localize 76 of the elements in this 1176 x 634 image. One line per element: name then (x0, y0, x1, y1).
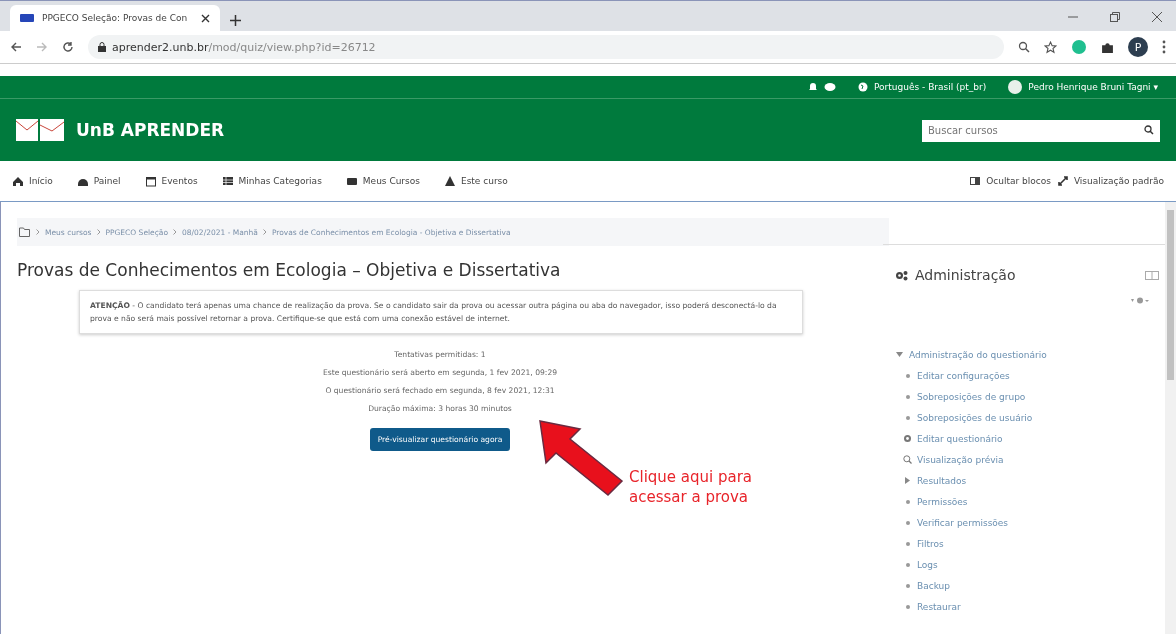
tree-item[interactable]: Resultados (917, 475, 967, 486)
tree-item[interactable]: Permissões (917, 496, 968, 507)
nav-link[interactable]: Minhas Categorias (221, 175, 322, 187)
bullet-icon (905, 373, 910, 378)
tree-item[interactable]: Administração do questionário (909, 349, 1047, 360)
close-icon[interactable] (201, 13, 210, 23)
chevron-icon (36, 229, 40, 235)
notification-icon[interactable] (808, 82, 818, 92)
browser-tab[interactable]: PPGECO Seleção: Provas de Con (10, 5, 220, 31)
nav-link[interactable]: Eventos (144, 175, 198, 187)
list-icon (221, 175, 234, 187)
bullet-icon (905, 520, 910, 525)
bullet-icon (905, 415, 910, 420)
collapsed-arrow-icon[interactable] (904, 477, 911, 484)
bullet-icon (905, 541, 910, 546)
nav-link[interactable]: Este curso (443, 175, 508, 187)
tree-item[interactable]: Sobreposições de grupo (917, 391, 1026, 402)
chat-icon[interactable] (824, 82, 836, 92)
page-title: Provas de Conhecimentos em Ecologia – Objetiva e Dissertativa (17, 260, 562, 280)
user-menu[interactable]: Pedro Henrique Bruni Tagni ▾ (1028, 82, 1158, 92)
globe-icon (858, 82, 868, 92)
scrollbar[interactable] (1165, 202, 1176, 634)
course-icon (443, 175, 456, 187)
calendar-icon (144, 175, 157, 187)
gear-icon (903, 434, 912, 443)
expand-icon (1056, 175, 1069, 187)
bullet-icon (905, 394, 910, 399)
bullet-icon (905, 604, 910, 609)
search-field[interactable]: Buscar cursos (922, 119, 1160, 142)
lock-icon (98, 42, 106, 52)
search-icon[interactable] (1144, 125, 1154, 135)
chevron-icon (96, 229, 101, 235)
favicon-icon (20, 14, 34, 22)
tree-item[interactable]: Logs (917, 559, 938, 570)
bullet-icon (905, 562, 910, 567)
search-icon (903, 455, 912, 464)
folder-icon (345, 175, 358, 187)
bullet-icon (905, 499, 910, 504)
address-bar[interactable]: aprender2.unb.br/mod/quiz/view.php?id=26712 (88, 35, 1004, 59)
nav-link[interactable]: Visualização padrão (1056, 175, 1164, 187)
site-name[interactable]: UnB APRENDER (76, 120, 225, 140)
tree-item[interactable]: Visualização prévia (917, 454, 1004, 465)
nav-link[interactable]: Início (12, 175, 53, 187)
tree-item[interactable]: Verificar permissões (917, 517, 1009, 528)
language-menu[interactable]: Português - Brasil (pt_br) (874, 82, 987, 92)
gears-icon (895, 269, 909, 281)
annotation-text: Clique aqui para acessar a prova (629, 467, 754, 507)
new-tab-icon[interactable] (230, 15, 241, 26)
menu-icon[interactable] (1162, 40, 1166, 54)
block-title: Administração (915, 267, 1016, 283)
tree-item[interactable]: Editar configurações (917, 370, 1010, 381)
home-icon (12, 175, 24, 187)
expanded-arrow-icon[interactable] (896, 351, 903, 358)
profile-avatar[interactable]: P (1128, 37, 1148, 57)
nav-link[interactable]: Painel (76, 175, 121, 187)
blocks-icon (969, 175, 982, 187)
reload-icon[interactable] (62, 41, 74, 53)
site-logo-icon (16, 119, 64, 141)
chevron-icon (262, 229, 267, 235)
back-icon[interactable] (10, 41, 22, 53)
tree-item[interactable]: Restaurar (917, 601, 961, 612)
star-icon[interactable] (1044, 40, 1057, 54)
nav-link[interactable]: Ocultar blocos (969, 175, 1051, 187)
restore-icon[interactable] (1110, 12, 1120, 22)
tree-item[interactable]: Backup (917, 580, 950, 591)
user-avatar[interactable] (1008, 80, 1023, 94)
bullet-icon (905, 583, 910, 588)
nav-link[interactable]: Meus Cursos (345, 175, 420, 187)
tree-item[interactable]: Sobreposições de usuário (917, 412, 1033, 423)
tree-item[interactable]: Filtros (917, 538, 944, 549)
folder-icon[interactable] (19, 227, 31, 237)
tree-item[interactable]: Editar questionário (917, 433, 1003, 444)
actions-menu-icon[interactable] (1131, 297, 1149, 304)
close-icon[interactable] (1152, 12, 1162, 22)
zoom-icon[interactable] (1018, 41, 1030, 53)
chevron-icon (173, 229, 177, 235)
